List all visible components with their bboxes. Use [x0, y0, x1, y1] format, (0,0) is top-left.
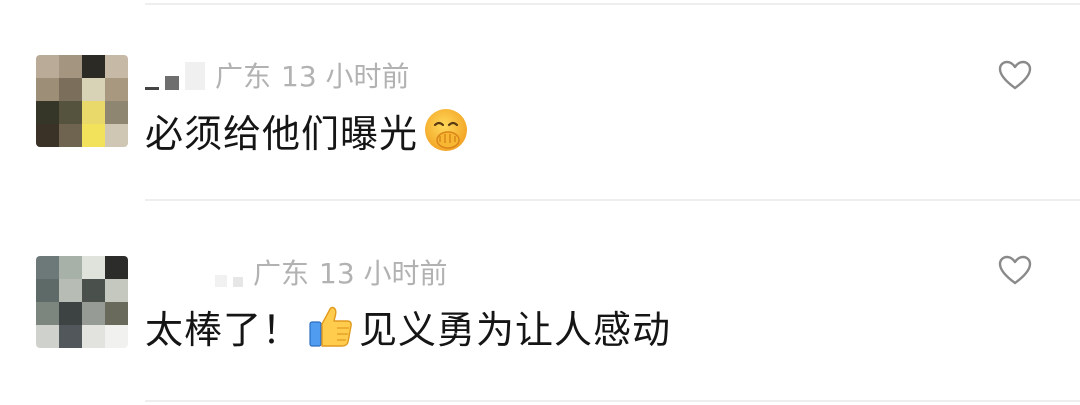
like-button[interactable] — [996, 57, 1034, 93]
comment-text-before: 太棒了！ — [145, 307, 302, 352]
username-redacted[interactable] — [215, 257, 243, 287]
comment-meta: 广东 13 小时前 — [145, 252, 448, 292]
comment-text: 太棒了！ 见义勇为让人感动 — [145, 296, 671, 356]
hand-over-mouth-emoji-icon — [425, 109, 468, 151]
location-label: 广东 — [215, 60, 272, 93]
location-label: 广东 — [253, 257, 310, 290]
comment-text: 必须给他们曝光 — [145, 100, 470, 160]
comment-meta: 广东 13 小时前 — [145, 55, 410, 95]
heart-outline-icon — [998, 60, 1032, 90]
thumbs-up-emoji-icon — [309, 306, 352, 347]
comment-text-after: 见义勇为让人感动 — [359, 307, 672, 352]
avatar[interactable] — [36, 55, 128, 147]
timestamp: 13 小时前 — [281, 60, 410, 93]
like-button[interactable] — [996, 252, 1034, 288]
bottom-divider — [145, 400, 1080, 402]
avatar[interactable] — [36, 256, 128, 348]
comment-item: 广东 13 小时前 必须给他们曝光 — [0, 0, 1080, 156]
comment-item: 广东 13 小时前 太棒了！ 见义勇为让人感动 — [0, 200, 1080, 352]
timestamp: 13 小时前 — [319, 257, 448, 290]
username-redacted[interactable] — [145, 60, 205, 90]
heart-outline-icon — [998, 255, 1032, 285]
comment-text-body: 必须给他们曝光 — [145, 111, 419, 156]
